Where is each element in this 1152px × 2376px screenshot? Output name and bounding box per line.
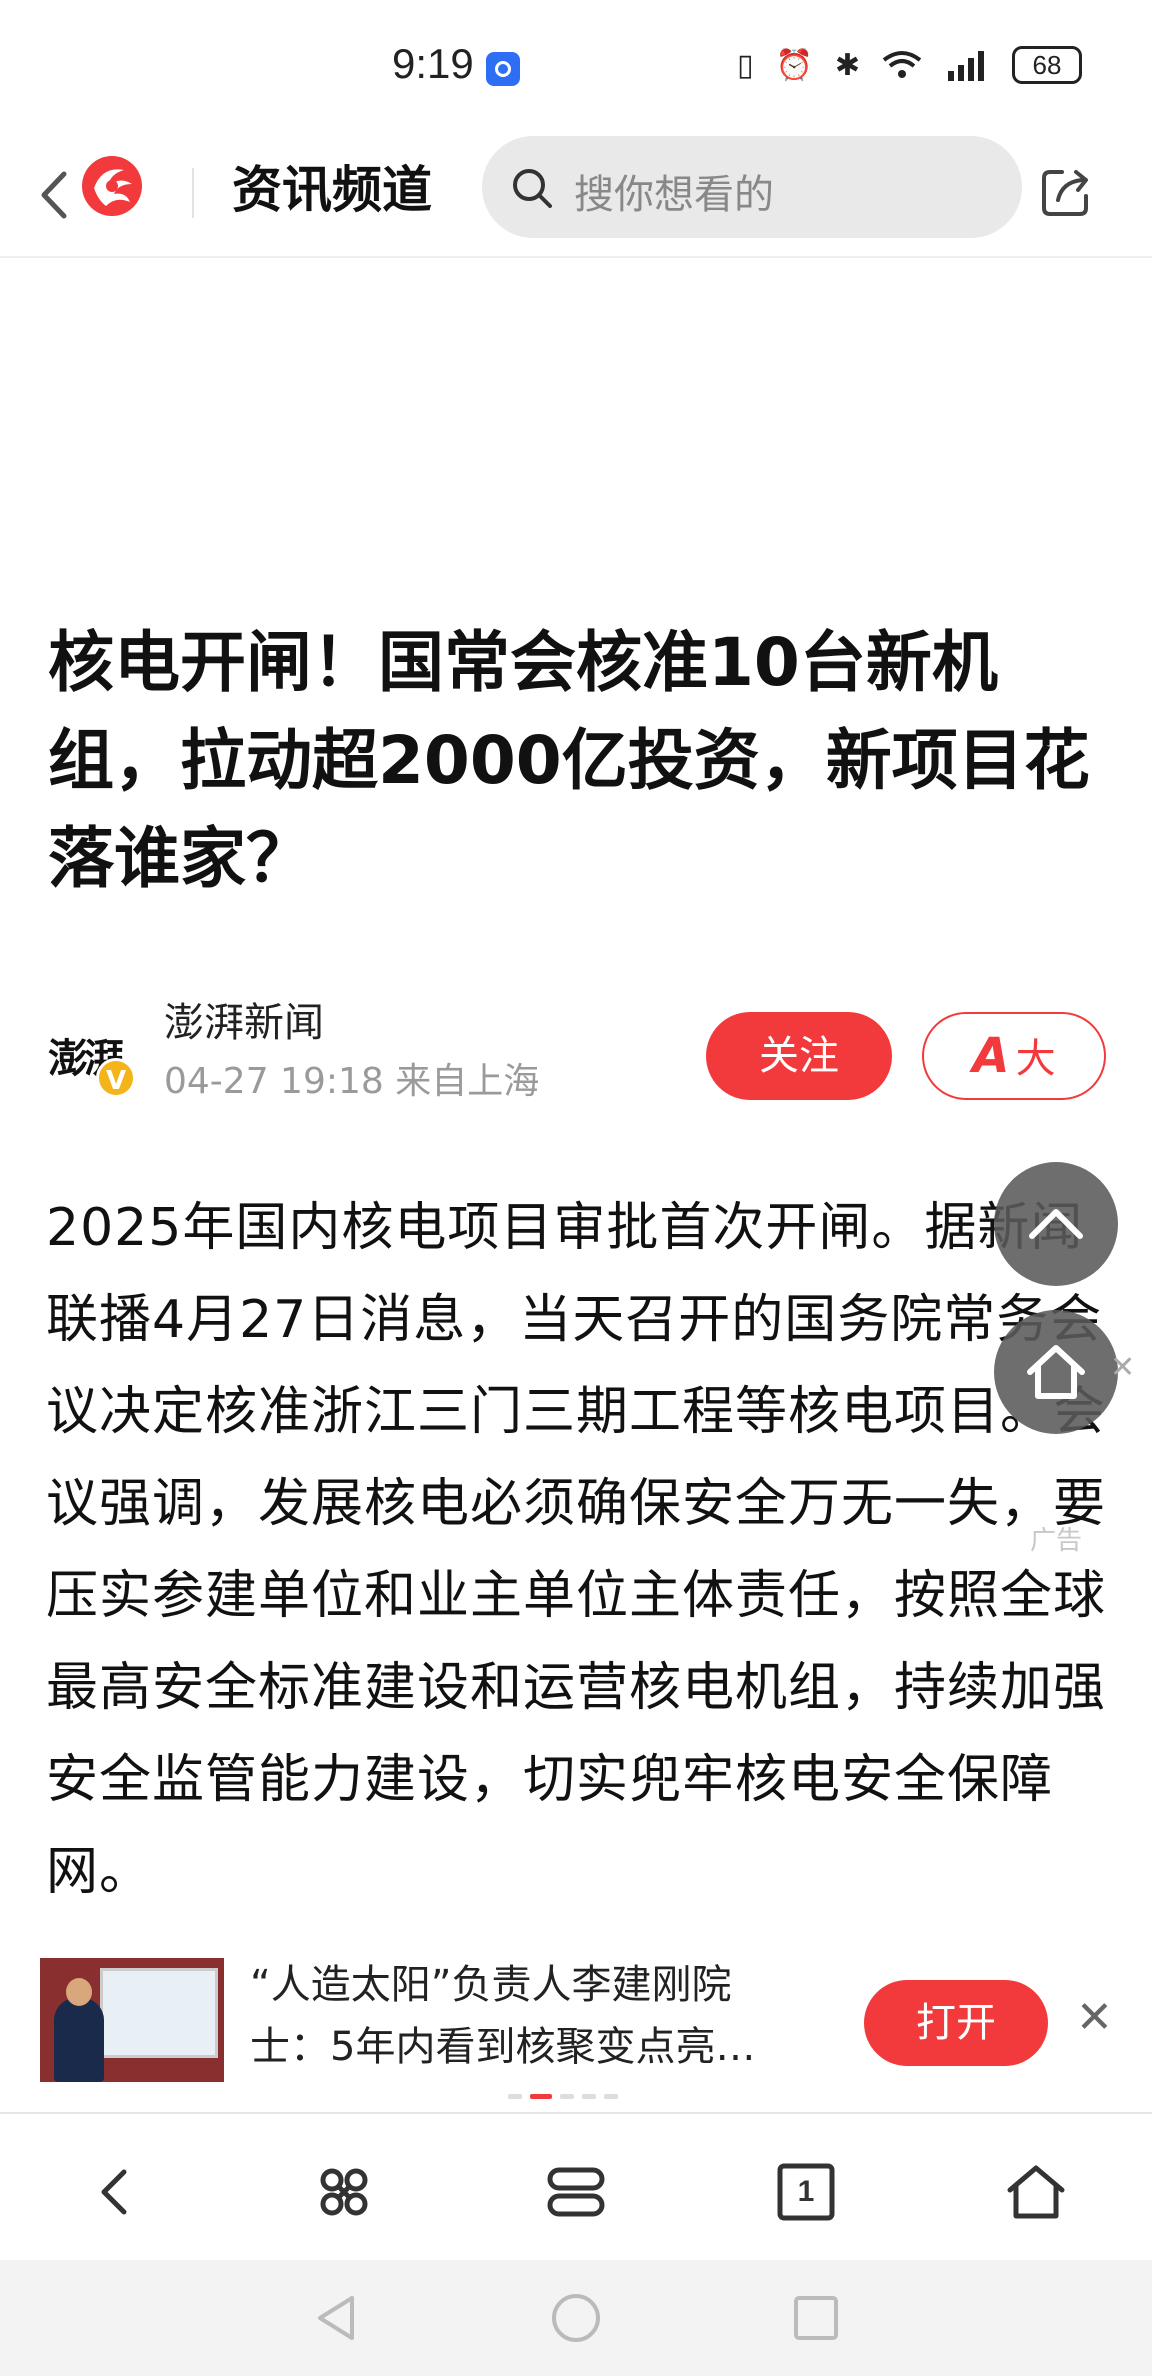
nav-home-icon[interactable] (548, 2290, 604, 2346)
home-icon[interactable] (1004, 2160, 1068, 2224)
float-close-icon[interactable]: ✕ (1110, 1350, 1135, 1385)
thumbnail-person (54, 1998, 104, 2082)
back-icon[interactable] (28, 160, 88, 230)
follow-button[interactable]: 关注 (706, 1012, 892, 1100)
channel-title[interactable]: 资讯频道 (232, 150, 432, 222)
house-icon (1027, 1345, 1085, 1399)
scroll-top-button[interactable] (994, 1162, 1118, 1286)
author-name[interactable]: 澎湃新闻 (164, 990, 324, 1048)
system-nav-bar (0, 2260, 1152, 2376)
browser-toolbar: 1 (0, 2112, 1152, 2260)
carousel-dot (560, 2094, 574, 2099)
signal-4g-icon (948, 51, 984, 81)
carousel-dot (508, 2094, 522, 2099)
promo-title: “人造太阳”负责人李建刚院士：5年内看到核聚变点亮… (250, 1962, 756, 2070)
thumbnail-screen (100, 1968, 218, 2058)
status-time: 9:19 (392, 40, 474, 87)
font-size-a-icon: A (972, 1028, 1010, 1084)
search-input[interactable]: 搜你想看的 (482, 136, 1022, 238)
thumbnail-head (66, 1978, 92, 2006)
carousel-dots (508, 2094, 618, 2099)
font-size-button[interactable]: A大 (922, 1012, 1106, 1100)
promo-banner[interactable]: “人造太阳”负责人李建刚院士：5年内看到核聚变点亮… 打开 ✕ (0, 1934, 1152, 2104)
nav-back-icon[interactable] (308, 2290, 364, 2346)
status-bar: 9:19 ▯ ⏰ ✱ 68 (0, 0, 1152, 130)
promo-thumbnail (40, 1958, 224, 2082)
search-icon (513, 169, 552, 208)
wifi-icon (882, 51, 922, 78)
back-icon[interactable] (84, 2160, 148, 2224)
phoenix-logo-icon[interactable] (80, 154, 144, 218)
ad-label: 广告 (1030, 1526, 1083, 1556)
menu-icon[interactable] (312, 2160, 376, 2224)
verified-badge: V (96, 1058, 136, 1098)
carousel-dot (604, 2094, 618, 2099)
article-meta: 04-27 19:18 来自上海 (164, 1061, 540, 1102)
app-notification-icon (486, 52, 520, 86)
open-app-button[interactable]: 打开 (864, 1980, 1048, 2066)
battery-icon: 68 (1012, 46, 1082, 84)
nfc-icon: ▯ (736, 47, 754, 83)
promo-close-icon[interactable]: ✕ (1076, 1992, 1113, 2043)
article-headline: 核电开闸！国常会核准10台新机组，拉动超2000亿投资，新项目花落谁家？ (48, 624, 1090, 897)
chevron-up-icon (1029, 1209, 1083, 1239)
font-size-label: 大 (1015, 1036, 1056, 1082)
carousel-dot (582, 2094, 596, 2099)
alarm-icon: ⏰ (775, 47, 813, 83)
status-icons: ▯ ⏰ ✱ 68 (737, 46, 1082, 84)
top-nav-bar: 资讯频道 搜你想看的 (0, 130, 1152, 258)
tab-count: 1 (797, 2175, 815, 2208)
nav-divider (192, 168, 194, 218)
tab-count-button[interactable]: 1 (774, 2160, 838, 2224)
tabs-stack-icon[interactable] (544, 2160, 608, 2224)
article-body: 2025年国内核电项目审批首次开闸。据新闻联播4月27日消息，当天召开的国务院常… (46, 1198, 1107, 1902)
author-avatar[interactable]: 澎湃 V (48, 1010, 138, 1100)
search-placeholder: 搜你想看的 (574, 172, 774, 218)
carousel-dot-active (530, 2094, 552, 2099)
bluetooth-icon: ✱ (834, 47, 860, 83)
share-icon[interactable] (1036, 162, 1096, 222)
nav-recents-icon[interactable] (788, 2290, 844, 2346)
float-home-button[interactable] (994, 1310, 1118, 1434)
